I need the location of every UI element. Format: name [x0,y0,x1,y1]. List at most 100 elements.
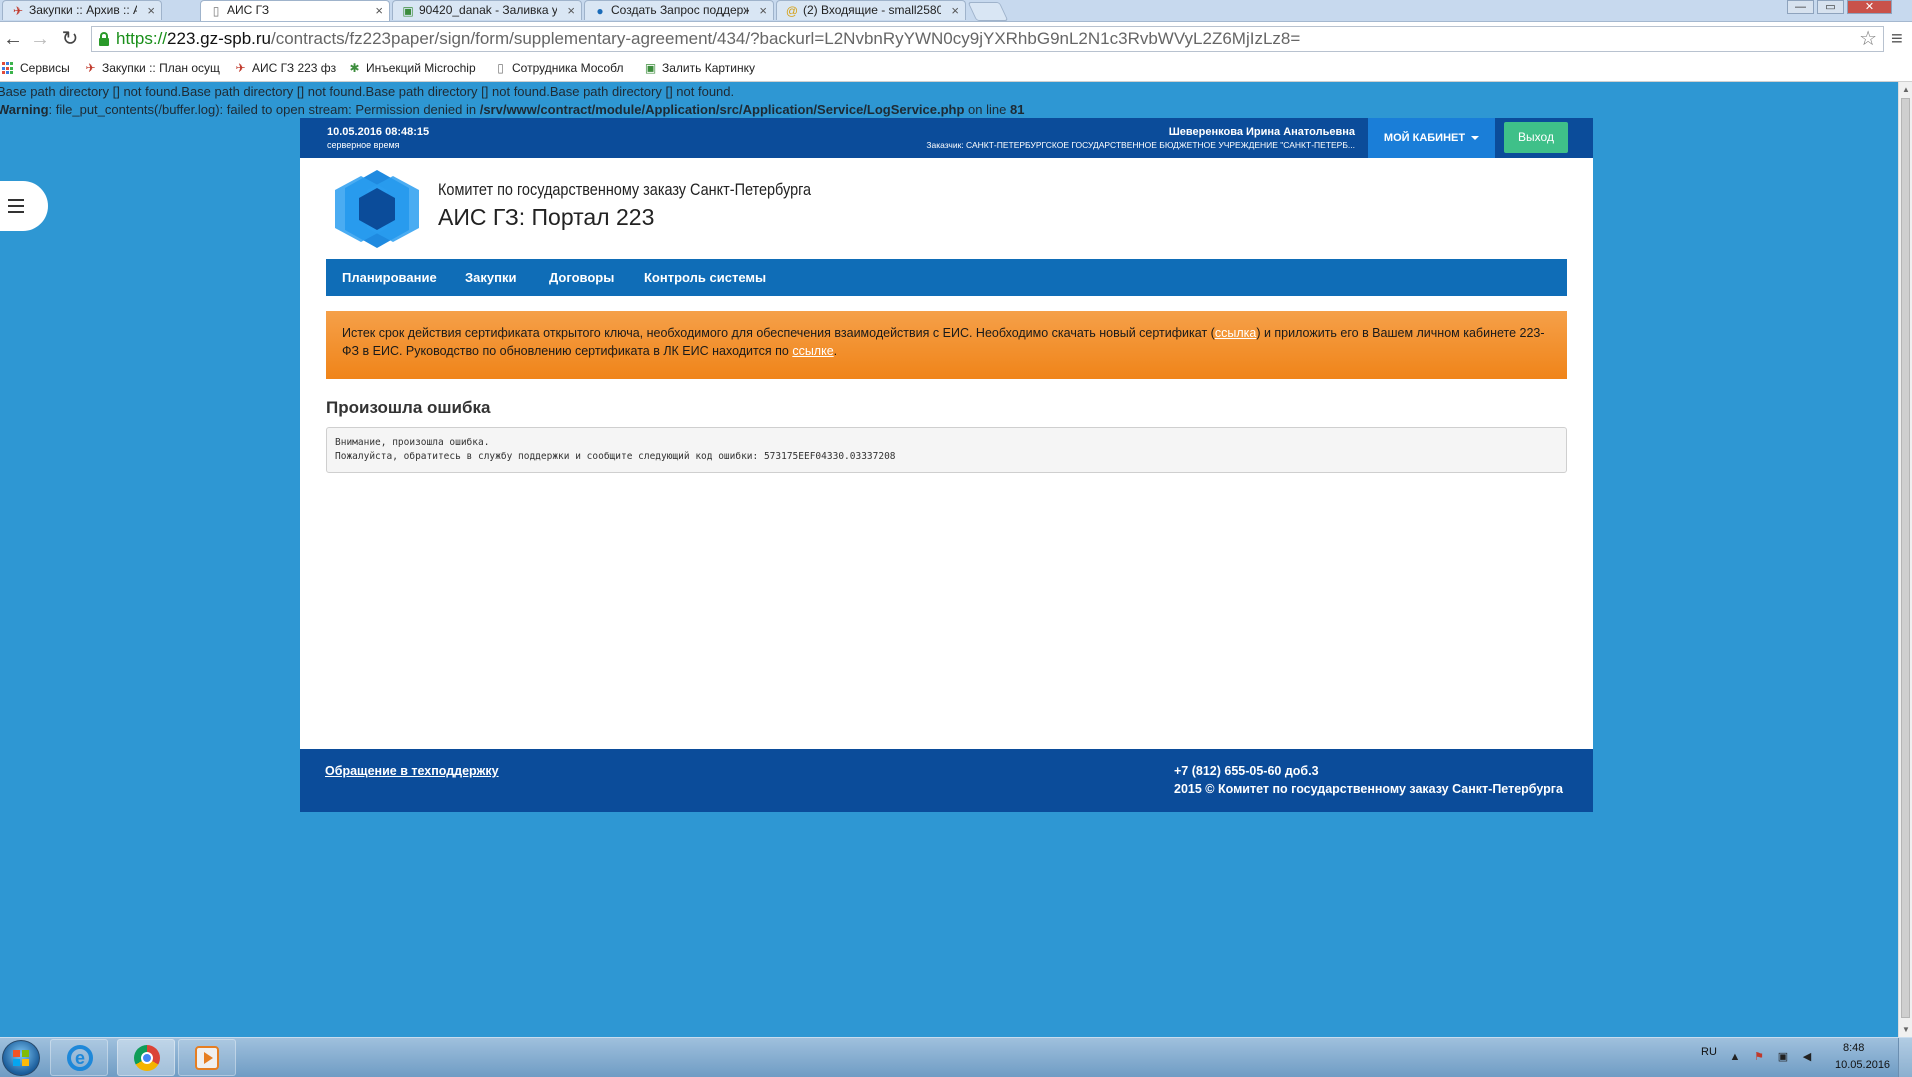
server-time: 10.05.2016 08:48:15 [327,126,430,138]
microchip-icon: ✱ [349,61,360,75]
nav-planning[interactable]: Планирование [342,259,437,296]
new-tab-button[interactable] [967,2,1009,21]
taskbar-media-player[interactable] [178,1039,236,1076]
nav-purchases[interactable]: Закупки [465,259,516,296]
maximize-button[interactable]: ▭ [1817,0,1844,14]
server-time-label: серверное время [327,140,400,150]
windows-taskbar: e RU ▲ ⚑ ▣ ◀ 8:48 10.05.2016 [0,1037,1912,1077]
url-scheme: https:// [116,29,168,48]
clock-time[interactable]: 8:48 [1843,1042,1864,1054]
taskbar-internet-explorer[interactable]: e [50,1039,108,1076]
url-path: /contracts/fz223paper/sign/form/suppleme… [270,29,1301,48]
bookmarks-bar: Сервисы ✈ Закупки :: План осущ ✈ АИС ГЗ … [0,56,1912,82]
certificate-link[interactable]: ссылка [1215,326,1256,340]
hamburger-icon [8,199,24,213]
bookmark-label: Инъекций Microchip [366,61,476,75]
my-cabinet-button[interactable]: МОЙ КАБИНЕТ [1368,118,1495,158]
language-indicator[interactable]: RU [1701,1046,1717,1058]
nav-contracts[interactable]: Договоры [549,259,614,296]
action-center-flag-icon[interactable]: ⚑ [1752,1051,1766,1064]
my-cabinet-label: МОЙ КАБИНЕТ [1383,132,1466,144]
user-name: Шеверенкова Ирина Анатольевна [1168,126,1355,138]
guide-link[interactable]: ссылке [792,344,833,358]
portal-title: АИС ГЗ: Портал 223 [438,204,655,230]
warning-label: Warning [0,102,49,117]
back-icon[interactable]: ← [2,28,24,50]
page-icon: ▯ [212,4,220,18]
clock-date[interactable]: 10.05.2016 [1835,1059,1890,1071]
minimize-button[interactable]: — [1787,0,1814,14]
alert-text: . [833,344,838,358]
taskbar-chrome[interactable] [117,1039,175,1076]
org-name: Комитет по государственному заказу Санкт… [438,180,812,199]
browser-toolbar: ← → ↻ https://223.gz-spb.ru/contracts/fz… [0,22,1912,56]
bookmark-item[interactable]: ▯ Сотрудника Мособл [492,56,623,81]
vertical-scrollbar[interactable]: ▲ ▼ [1898,82,1912,1037]
browser-tab-strip: ✈ Закупки :: Архив :: АИС Г × ▯ АИС ГЗ ×… [0,0,1912,22]
tab-title: АИС ГЗ [227,3,270,17]
lock-icon [99,32,109,46]
url-host: 223.gz-spb.ru [167,29,271,48]
globe-icon: ● [596,4,604,18]
bookmark-star-icon[interactable]: ☆ [1859,27,1877,51]
bookmark-item[interactable]: ▣ Залить Картинку [642,56,755,81]
close-tab-icon[interactable]: × [759,1,767,20]
error-title: Произошла ошибка [326,398,491,417]
bookmark-item[interactable]: ✱ Инъекций Microchip [346,56,476,81]
logout-button[interactable]: Выход [1504,122,1568,153]
show-desktop-button[interactable] [1898,1038,1912,1077]
tab-title: 90420_danak - Заливка у [419,3,557,17]
scroll-down-icon[interactable]: ▼ [1902,1025,1910,1034]
browser-tab[interactable]: ✈ Закупки :: Архив :: АИС Г × [2,0,162,20]
php-warning: Warning: file_put_contents(/buffer.log):… [0,101,1024,118]
scroll-up-icon[interactable]: ▲ [1902,85,1910,94]
warning-text: : file_put_contents(/buffer.log): failed… [48,102,480,117]
close-tab-icon[interactable]: × [147,1,155,20]
error-code-line: Пожалуйста, обратитесь в службу поддержк… [335,451,896,462]
reload-icon[interactable]: ↻ [59,28,81,50]
bookmark-item[interactable]: ✈ Закупки :: План осущ [82,56,220,81]
url-text[interactable]: https://223.gz-spb.ru/contracts/fz223pap… [116,27,1300,51]
browser-tab[interactable]: ▣ 90420_danak - Заливка у × [392,0,582,20]
page-icon: ▯ [497,61,504,75]
footer: Обращение в техподдержку +7 (812) 655-05… [300,749,1593,812]
close-tab-icon[interactable]: × [375,1,383,20]
sidebar-toggle-button[interactable] [0,181,48,231]
volume-icon[interactable]: ◀ [1800,1051,1814,1064]
error-line: Внимание, произошла ошибка. [335,437,490,448]
mail-icon: @ [785,4,799,18]
show-hidden-icons-icon[interactable]: ▲ [1728,1051,1742,1064]
tab-title: Закупки :: Архив :: АИС Г [29,3,137,17]
customer-name: Заказчик: САНКТ-ПЕТЕРБУРГСКОЕ ГОСУДАРСТВ… [926,140,1355,150]
tab-title: Создать Запрос поддерж [611,3,749,17]
certificate-alert: Истек срок действия сертификата открытог… [326,311,1567,379]
tab-title: (2) Входящие - small2580 [803,3,941,17]
network-icon[interactable]: ▣ [1776,1051,1790,1064]
alert-text: Истек срок действия сертификата открытог… [342,326,1215,340]
media-player-icon [195,1046,219,1070]
main-nav: Планирование Закупки Договоры Контроль с… [326,259,1567,296]
browser-menu-icon[interactable]: ≡ [1891,28,1903,50]
internet-explorer-icon: e [67,1045,93,1071]
start-button[interactable] [2,1040,40,1076]
bookmark-item[interactable]: ✈ АИС ГЗ 223 фз [232,56,336,81]
red-bird-icon: ✈ [85,61,96,75]
bookmark-label: Закупки :: План осущ [102,61,220,75]
close-tab-icon[interactable]: × [951,1,959,20]
browser-tab[interactable]: ● Создать Запрос поддерж × [584,0,774,20]
browser-tab-active[interactable]: ▯ АИС ГЗ × [200,0,390,21]
nav-system-control[interactable]: Контроль системы [644,259,766,296]
red-bird-icon: ✈ [12,4,24,18]
support-link[interactable]: Обращение в техподдержку [325,764,499,778]
bookmark-services[interactable]: Сервисы [0,56,70,81]
support-phone: +7 (812) 655-05-60 доб.3 [1174,764,1319,778]
browser-tab[interactable]: @ (2) Входящие - small2580 × [776,0,966,20]
scrollbar-thumb[interactable] [1901,98,1910,1018]
forward-icon[interactable]: → [29,28,51,50]
close-window-button[interactable]: ✕ [1847,0,1892,14]
close-tab-icon[interactable]: × [567,1,575,20]
image-icon: ▣ [402,4,414,18]
windows-logo-icon [13,1050,29,1066]
red-bird-icon: ✈ [235,61,246,75]
address-bar[interactable]: https://223.gz-spb.ru/contracts/fz223pap… [91,26,1884,52]
